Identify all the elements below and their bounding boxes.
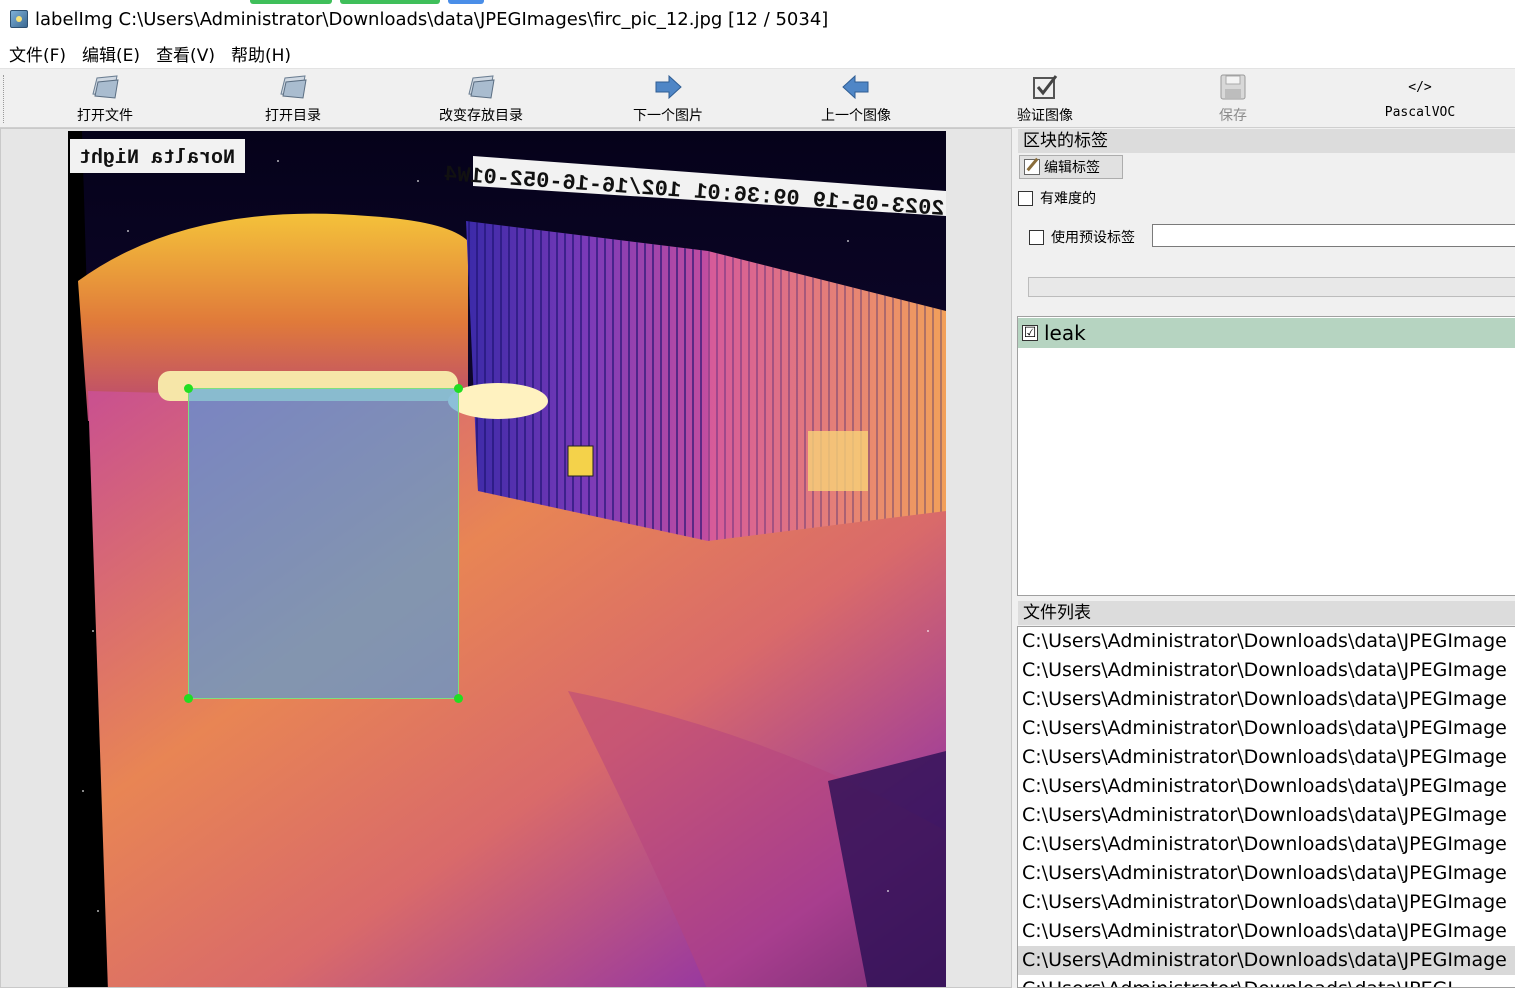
format-toggle-button[interactable]: </> PascalVOC bbox=[1365, 71, 1475, 127]
open-file-label: 打开文件 bbox=[77, 108, 133, 124]
difficult-checkbox-label: 有难度的 bbox=[1040, 191, 1096, 207]
label-list[interactable]: ☑ leak bbox=[1017, 316, 1515, 596]
labels-panel-title: 区块的标签 bbox=[1018, 129, 1515, 153]
toolbar: 打开文件 打开目录 改变存放目录 下一个图片 上一个图像 验证图像 保存 </>… bbox=[0, 68, 1515, 128]
label-item[interactable]: ☑ leak bbox=[1018, 318, 1515, 348]
prev-image-label: 上一个图像 bbox=[821, 108, 891, 124]
bbox-handle[interactable] bbox=[454, 694, 463, 703]
label-item-text: leak bbox=[1044, 321, 1086, 345]
file-list[interactable]: C:\Users\Administrator\Downloads\data\JP… bbox=[1017, 626, 1515, 988]
change-save-dir-button[interactable]: 改变存放目录 bbox=[426, 71, 536, 127]
format-label: PascalVOC bbox=[1384, 105, 1456, 120]
file-list-item[interactable]: C:\Users\Administrator\Downloads\data\JP… bbox=[1018, 801, 1515, 830]
next-image-button[interactable]: 下一个图片 bbox=[613, 71, 723, 127]
open-file-button[interactable]: 打开文件 bbox=[50, 71, 160, 127]
file-list-item[interactable]: C:\Users\Administrator\Downloads\data\JP… bbox=[1018, 743, 1515, 772]
edit-icon bbox=[1024, 159, 1040, 175]
labelimg-app-icon bbox=[10, 10, 28, 28]
verify-image-button[interactable]: 验证图像 bbox=[990, 71, 1100, 127]
checkbox-check-icon bbox=[1029, 71, 1061, 103]
file-panel-title: 文件列表 bbox=[1018, 601, 1515, 625]
menu-view[interactable]: 查看(V) bbox=[156, 41, 215, 66]
folder-icon bbox=[465, 71, 497, 103]
default-label-input[interactable] bbox=[1152, 224, 1515, 247]
arrow-left-icon bbox=[840, 71, 872, 103]
label-checkbox-checked[interactable]: ☑ bbox=[1022, 325, 1038, 341]
prev-image-button[interactable]: 上一个图像 bbox=[801, 71, 911, 127]
file-list-item-selected[interactable]: C:\Users\Administrator\Downloads\data\JP… bbox=[1018, 946, 1515, 975]
file-list-item[interactable]: C:\Users\Administrator\Downloads\data\JP… bbox=[1018, 714, 1515, 743]
edit-label-button[interactable]: 编辑标签 bbox=[1019, 155, 1123, 179]
title-bar-accent bbox=[250, 0, 484, 4]
folder-icon bbox=[277, 71, 309, 103]
label-filter-combo[interactable] bbox=[1028, 277, 1515, 297]
save-button[interactable]: 保存 bbox=[1178, 71, 1288, 127]
bbox-handle[interactable] bbox=[454, 384, 463, 393]
toolbar-grip[interactable] bbox=[3, 75, 6, 123]
menu-file[interactable]: 文件(F) bbox=[9, 41, 66, 66]
window-title: labelImg C:\Users\Administrator\Download… bbox=[35, 8, 829, 30]
difficult-checkbox-row[interactable]: 有难度的 bbox=[1018, 188, 1096, 208]
arrow-right-icon bbox=[652, 71, 684, 103]
menu-edit[interactable]: 编辑(E) bbox=[82, 41, 140, 66]
file-list-item[interactable]: C:\Users\Administrator\Downloads\data\JP… bbox=[1018, 627, 1515, 656]
save-label: 保存 bbox=[1219, 108, 1247, 124]
menu-help[interactable]: 帮助(H) bbox=[231, 41, 291, 66]
title-bar: labelImg C:\Users\Administrator\Download… bbox=[0, 0, 1515, 38]
bounding-box[interactable] bbox=[184, 384, 463, 703]
image-canvas[interactable]: Noralta Night 2023-05-19 09:36:01 102/16… bbox=[0, 128, 1012, 988]
file-list-item[interactable]: C:\Users\Administrator\Downloads\data\JP… bbox=[1018, 685, 1515, 714]
file-list-item[interactable]: C:\Users\Administrator\Downloads\data\JP… bbox=[1018, 917, 1515, 946]
bbox-handle[interactable] bbox=[184, 384, 193, 393]
change-save-dir-label: 改变存放目录 bbox=[439, 108, 523, 124]
bbox-handle[interactable] bbox=[184, 694, 193, 703]
menu-bar: 文件(F) 编辑(E) 查看(V) 帮助(H) bbox=[0, 38, 1515, 68]
folder-icon bbox=[89, 71, 121, 103]
file-list-item[interactable]: C:\Users\Administrator\Downloads\data\JP… bbox=[1018, 975, 1515, 987]
difficult-checkbox[interactable] bbox=[1018, 190, 1033, 206]
code-icon: </> bbox=[1408, 79, 1432, 95]
edit-label-text: 编辑标签 bbox=[1044, 160, 1100, 176]
image-watermark: Noralta Night bbox=[79, 147, 235, 170]
right-dock: 区块的标签 编辑标签 有难度的 使用预设标签 ☑ leak 文件列表 C:\Us… bbox=[1014, 128, 1515, 988]
open-dir-button[interactable]: 打开目录 bbox=[238, 71, 348, 127]
use-default-label-checkbox[interactable] bbox=[1029, 229, 1044, 245]
file-list-item[interactable]: C:\Users\Administrator\Downloads\data\JP… bbox=[1018, 656, 1515, 685]
floppy-disk-icon bbox=[1217, 71, 1249, 103]
next-image-label: 下一个图片 bbox=[633, 108, 703, 124]
file-list-item[interactable]: C:\Users\Administrator\Downloads\data\JP… bbox=[1018, 830, 1515, 859]
file-list-item[interactable]: C:\Users\Administrator\Downloads\data\JP… bbox=[1018, 772, 1515, 801]
use-default-label-row[interactable]: 使用预设标签 bbox=[1029, 227, 1135, 247]
verify-image-label: 验证图像 bbox=[1017, 108, 1073, 124]
file-list-item[interactable]: C:\Users\Administrator\Downloads\data\JP… bbox=[1018, 888, 1515, 917]
open-dir-label: 打开目录 bbox=[265, 108, 321, 124]
use-default-label-text: 使用预设标签 bbox=[1051, 230, 1135, 246]
file-list-item[interactable]: C:\Users\Administrator\Downloads\data\JP… bbox=[1018, 859, 1515, 888]
